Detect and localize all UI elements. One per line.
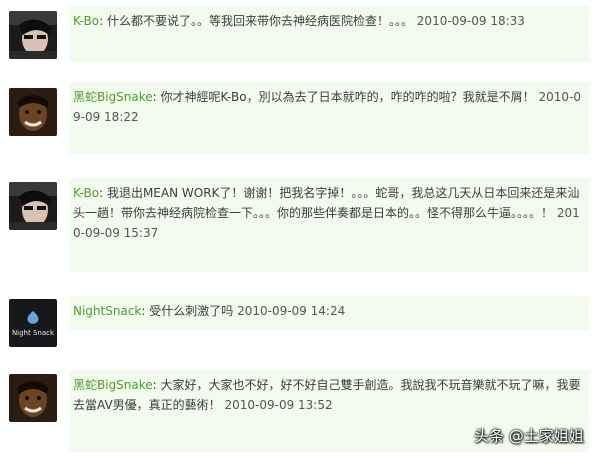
comment-item: Night Snack NightSnack: 受什么刺激了吗 2010-09-… bbox=[0, 296, 601, 356]
comment-author[interactable]: 黑蛇BigSnake bbox=[73, 378, 153, 392]
comment-author[interactable]: NightSnack bbox=[73, 304, 141, 318]
comment-bubble: NightSnack: 受什么刺激了吗 2010-09-09 14:24 bbox=[69, 296, 589, 330]
user-avatar-image bbox=[9, 374, 57, 422]
comment-body: 你才神經呢K-Bo，別以為去了日本就咋的，咋的咋的啦？我就是不屑！ bbox=[156, 90, 535, 104]
comment-item: K-Bo: 我退出MEAN WORK了！谢谢！把我名字掉！。。。蛇哥，我总这几天… bbox=[0, 178, 601, 278]
comment-timestamp: 2010-09-09 18:33 bbox=[416, 14, 525, 28]
user-avatar-image bbox=[9, 182, 57, 230]
comment-item: 黑蛇BigSnake: 你才神經呢K-Bo，別以為去了日本就咋的，咋的咋的啦？我… bbox=[0, 82, 601, 162]
avatar[interactable] bbox=[9, 11, 57, 59]
comment-body: 什么都不要说了。。等我回来带你去神经病医院检查！。。。 bbox=[103, 14, 413, 28]
comment-body: 我退出MEAN WORK了！谢谢！把我名字掉！。。。蛇哥，我总这几天从日本回来还… bbox=[73, 186, 580, 220]
avatar[interactable] bbox=[9, 88, 57, 136]
watermark: 头条 @土家姐姐 bbox=[474, 427, 584, 445]
comment-author[interactable]: 黑蛇BigSnake bbox=[73, 90, 153, 104]
comment-bubble: K-Bo: 什么都不要说了。。等我回来带你去神经病医院检查！。。。 2010-0… bbox=[69, 6, 589, 62]
comment-item: K-Bo: 什么都不要说了。。等我回来带你去神经病医院检查！。。。 2010-0… bbox=[0, 6, 601, 66]
comment-timestamp: 2010-09-09 14:24 bbox=[237, 304, 346, 318]
night-snack-logo-icon bbox=[27, 310, 39, 324]
comment-text-block: K-Bo: 我退出MEAN WORK了！谢谢！把我名字掉！。。。蛇哥，我总这几天… bbox=[73, 183, 581, 243]
user-avatar-image bbox=[9, 88, 57, 136]
comment-text-block: 黑蛇BigSnake: 你才神經呢K-Bo，別以為去了日本就咋的，咋的咋的啦？我… bbox=[73, 87, 581, 127]
comment-timestamp: 2010-09-09 13:52 bbox=[224, 398, 333, 412]
avatar[interactable] bbox=[9, 374, 57, 422]
avatar[interactable] bbox=[9, 182, 57, 230]
comment-text-block: NightSnack: 受什么刺激了吗 2010-09-09 14:24 bbox=[73, 301, 581, 321]
comment-body: 受什么刺激了吗 bbox=[145, 304, 234, 318]
user-avatar-image bbox=[9, 11, 57, 59]
comment-text-block: K-Bo: 什么都不要说了。。等我回来带你去神经病医院检查！。。。 2010-0… bbox=[73, 11, 581, 31]
comment-text-block: 黑蛇BigSnake: 大家好，大家也不好，好不好自己雙手創造。我說我不玩音樂就… bbox=[73, 375, 581, 415]
avatar-label: Night Snack bbox=[11, 328, 55, 337]
avatar[interactable]: Night Snack bbox=[9, 299, 57, 347]
comment-bubble: K-Bo: 我退出MEAN WORK了！谢谢！把我名字掉！。。。蛇哥，我总这几天… bbox=[69, 178, 589, 272]
comment-author[interactable]: K-Bo bbox=[73, 14, 99, 28]
comment-author[interactable]: K-Bo bbox=[73, 186, 99, 200]
comment-bubble: 黑蛇BigSnake: 你才神經呢K-Bo，別以為去了日本就咋的，咋的咋的啦？我… bbox=[69, 82, 589, 154]
